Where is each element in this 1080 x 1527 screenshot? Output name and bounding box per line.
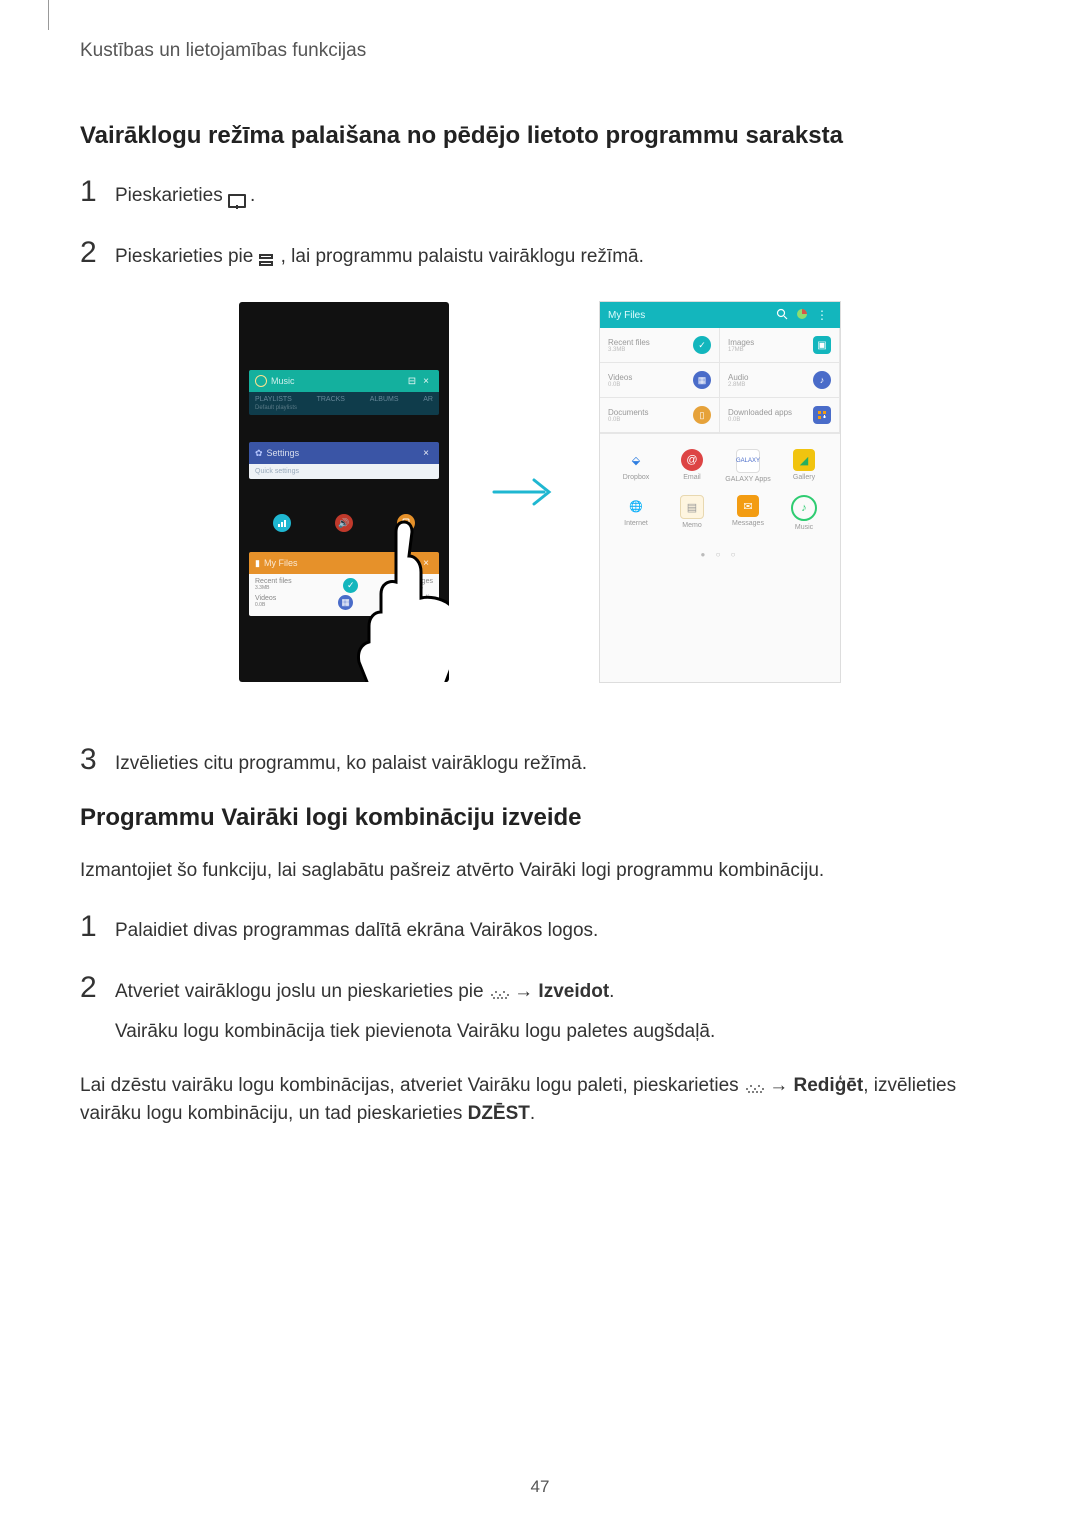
handle-dots-icon [489,991,509,999]
arrow-right-icon [489,472,559,512]
close-icon: × [419,448,433,459]
dzest-bold: DZĒST [468,1103,530,1124]
page-indicator: ● ○ ○ [600,546,840,563]
myfiles-header: My Files ⋮ [600,302,840,328]
search-icon [772,308,792,323]
section2-final: Lai dzēstu vairāku logu kombinācijas, at… [80,1072,1000,1129]
step-number: 1 [80,910,115,944]
document-icon: ▯ [693,406,711,424]
category-grid: Recent files3.3MB ✓ Images17MB ▣ Videos0… [600,328,840,434]
page-number: 47 [0,1477,1080,1497]
app-memo: ▤Memo [664,495,720,531]
final-end: . [530,1103,535,1124]
period: . [609,981,614,1002]
step-number: 3 [80,743,115,777]
step-number: 2 [80,971,115,1005]
step-number: 2 [80,236,115,270]
video-icon: ▦ [693,371,711,389]
more-icon: ⋮ [812,308,832,322]
s2-step2-sub: Vairāku logu kombinācija tiek pievienota… [115,1018,715,1047]
card-title: Music [271,376,405,386]
split-screen-icon [259,247,281,265]
app-galaxy: GALAXYGALAXY Apps [720,449,776,483]
storage-icon [792,308,812,323]
tile-downloaded: Downloaded apps0.0B [720,398,840,433]
app-gallery: ◢Gallery [776,449,832,483]
audio-icon: ♪ [813,371,831,389]
app-dropbox: ⬙Dropbox [608,449,664,483]
folder-icon: ▮ [255,558,260,569]
recent-files-label: Recent files [255,578,292,585]
hand-pointer-icon [349,512,449,682]
playlists-label: Default playlists [255,405,433,411]
page: Kustības un lietojamības funkcijas Vairā… [0,0,1080,1527]
s2-step2-a: Atveriet vairāklogu joslu un pieskarieti… [115,981,489,1002]
image-icon: ▣ [813,336,831,354]
recent-card-settings: ✿ Settings × Quick settings [249,442,439,479]
recent-apps-icon [228,187,250,205]
phone-myfiles-full: My Files ⋮ Recent files3.3MB ✓ Images17M… [599,301,841,683]
header-title: My Files [608,310,772,321]
split-icon: ⊟ [405,376,419,387]
check-icon: ✓ [693,336,711,354]
s2-step-1: 1 Palaidiet divas programmas dalītā ekrā… [80,910,1000,946]
step1-text: Pieskarieties [115,185,228,206]
step-1: 1 Pieskarieties . [80,175,1000,211]
phone-recent-apps: Music ⊟ × PLAYLISTSTRACKSALBUMSAR Defaul… [239,302,449,682]
arrow-text: → [514,981,538,1002]
card-title: Settings [267,448,419,458]
app-internet: 🌐Internet [608,495,664,531]
izveidot-bold: Izveidot [538,981,609,1002]
step-text: Atveriet vairāklogu joslu un pieskarieti… [115,978,715,1047]
tile-videos: Videos0.0B ▦ [600,363,720,398]
section2-heading: Programmu Vairāki logi kombināciju izvei… [80,804,1000,832]
app-messages: ✉Messages [720,495,776,531]
step-2: 2 Pieskarieties pie , lai programmu pala… [80,236,1000,272]
step2-text-b: , lai programmu palaistu vairāklogu režī… [281,246,644,267]
app-email: @Email [664,449,720,483]
instruction-figure: Music ⊟ × PLAYLISTSTRACKSALBUMSAR Defaul… [80,301,1000,683]
section1-heading: Vairāklogu režīma palaišana no pēdējo li… [80,122,1000,150]
apps-grid: ⬙Dropbox @Email GALAXYGALAXY Apps ◢Galle… [600,434,840,546]
signal-icon [273,514,291,532]
section2-intro: Izmantojiet šo funkciju, lai saglabātu p… [80,857,1000,886]
recent-card-music: Music ⊟ × PLAYLISTSTRACKSALBUMSAR Defaul… [249,370,439,415]
tile-documents: Documents0.0B ▯ [600,398,720,433]
final-a: Lai dzēstu vairāku logu kombinācijas, at… [80,1075,744,1096]
rediget-bold: Rediģēt [794,1075,864,1096]
step-text: Izvēlieties citu programmu, ko palaist v… [115,750,587,779]
tile-recent-files: Recent files3.3MB ✓ [600,328,720,363]
step-number: 1 [80,175,115,209]
breadcrumb: Kustības un lietojamības funkcijas [80,40,1000,62]
handle-dots-icon [744,1085,764,1093]
s2-step-2: 2 Atveriet vairāklogu joslu un pieskarie… [80,971,1000,1047]
tile-images: Images17MB ▣ [720,328,840,363]
videos-label: Videos [255,595,276,602]
step-text: Pieskarieties . [115,182,255,211]
step-text: Palaidiet divas programmas dalītā ekrāna… [115,917,598,946]
arrow-text: → [769,1075,793,1096]
margin-line [48,0,49,30]
apps-icon [813,406,831,424]
step-3: 3 Izvēlieties citu programmu, ko palaist… [80,743,1000,779]
gear-icon: ✿ [255,448,263,459]
step-text: Pieskarieties pie , lai programmu palais… [115,243,644,272]
quick-settings-label: Quick settings [255,468,299,475]
app-music: ♪Music [776,495,832,531]
close-icon: × [419,376,433,387]
music-icon [255,375,267,387]
step2-text-a: Pieskarieties pie [115,246,259,267]
tile-audio: Audio2.8MB ♪ [720,363,840,398]
